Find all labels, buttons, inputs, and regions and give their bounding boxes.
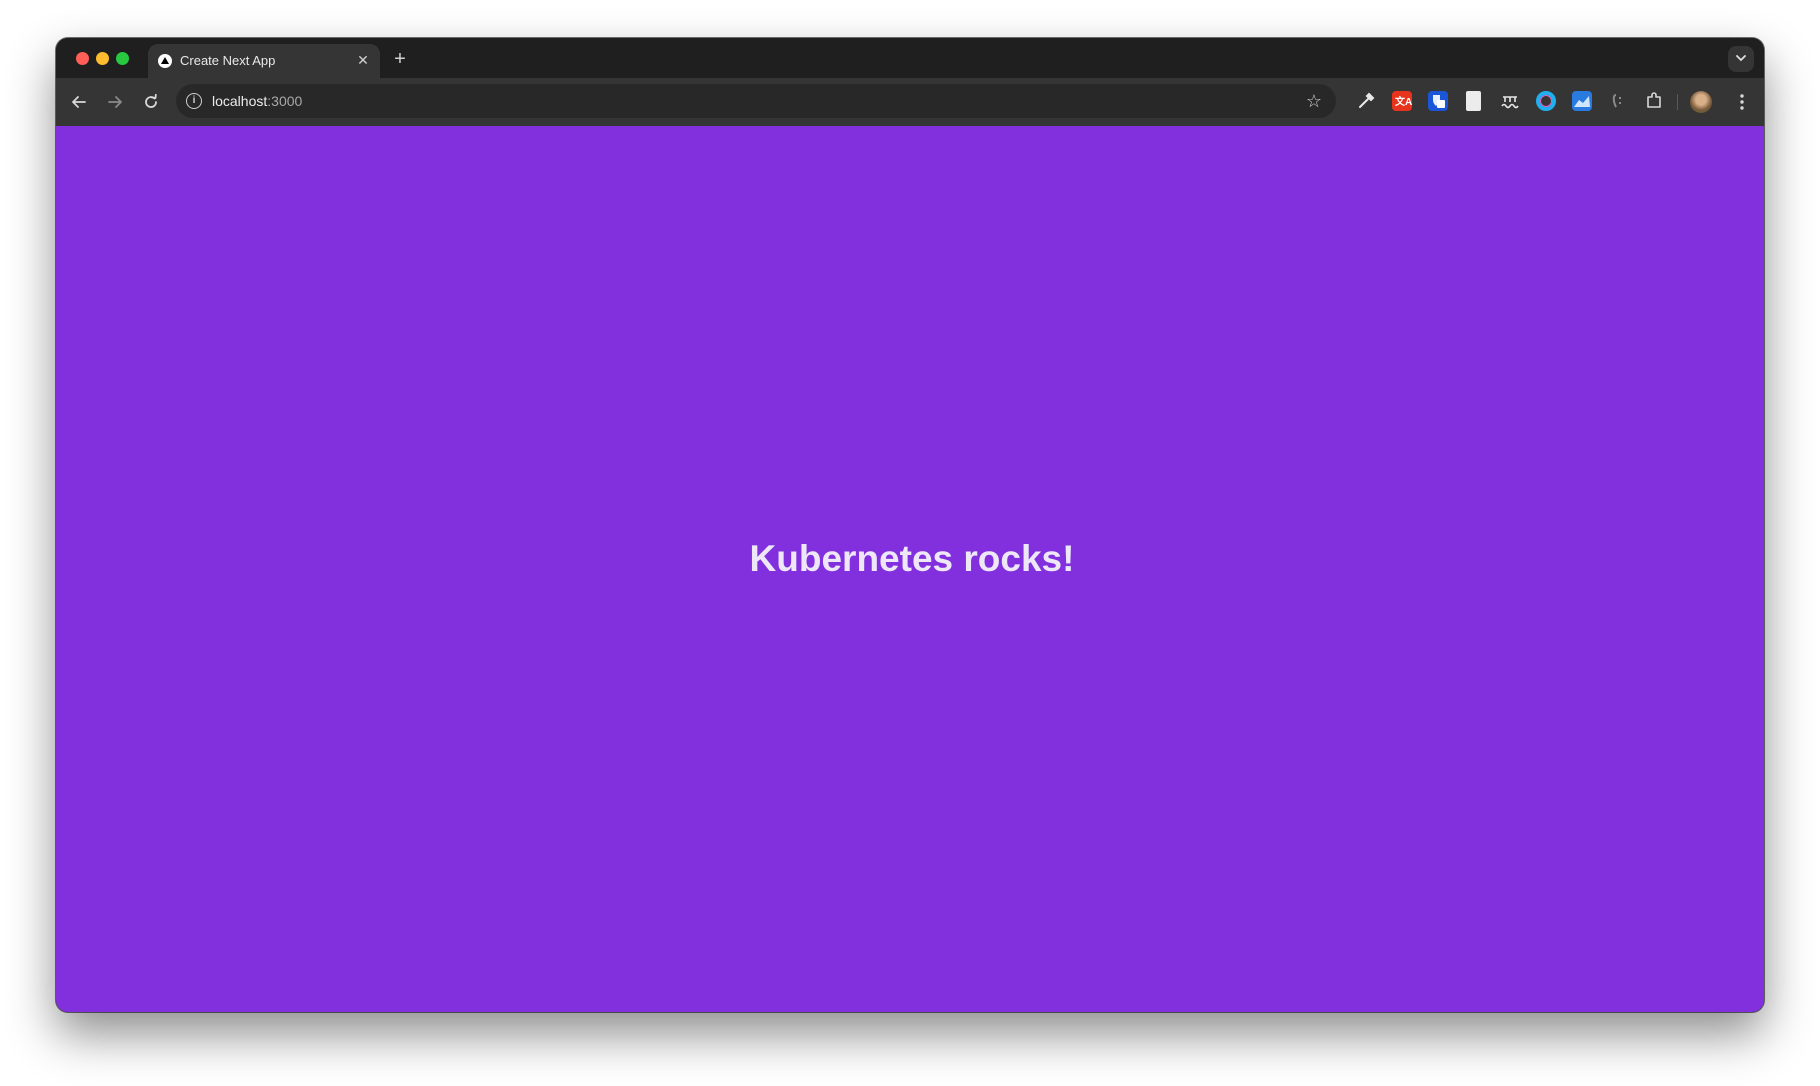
chart-icon[interactable] <box>1572 91 1592 111</box>
url-port: :3000 <box>267 93 303 109</box>
document-icon[interactable] <box>1466 91 1481 111</box>
bookmark-star-icon[interactable]: ☆ <box>1304 91 1324 111</box>
chevron-down-icon <box>1736 55 1746 62</box>
shield-icon[interactable] <box>1428 91 1448 111</box>
tab-search-button[interactable] <box>1728 46 1754 72</box>
window-minimize-button[interactable] <box>96 52 109 65</box>
toolbar-divider <box>1677 94 1678 110</box>
more-menu-icon[interactable] <box>1732 91 1752 113</box>
tab-strip: Create Next App ✕ + <box>56 38 1764 78</box>
url-text[interactable]: localhost:3000 <box>212 93 302 109</box>
browser-toolbar: i localhost:3000 ☆ 文A <box>56 78 1764 126</box>
site-info-icon[interactable]: i <box>186 93 202 109</box>
back-button[interactable] <box>67 90 91 114</box>
waves-icon[interactable] <box>1500 91 1520 111</box>
color-ring-icon[interactable] <box>1536 91 1556 111</box>
forward-button[interactable] <box>103 90 127 114</box>
page-viewport: Kubernetes rocks! <box>56 126 1764 1012</box>
tab-title: Create Next App <box>180 53 276 68</box>
puzzle-icon[interactable] <box>1644 91 1664 111</box>
tab-close-icon[interactable]: ✕ <box>354 51 372 69</box>
reload-icon <box>145 94 157 108</box>
arrow-right-icon <box>108 96 122 108</box>
window-close-button[interactable] <box>76 52 89 65</box>
eyedropper-icon[interactable] <box>1356 91 1376 111</box>
code-icon[interactable] <box>1608 91 1628 111</box>
profile-avatar[interactable] <box>1690 91 1712 113</box>
svg-text:文A: 文A <box>1395 95 1412 108</box>
reload-button[interactable] <box>139 90 163 114</box>
nextjs-triangle-icon <box>158 54 172 68</box>
tab-create-next-app[interactable]: Create Next App ✕ <box>148 44 380 78</box>
arrow-left-icon <box>72 96 86 108</box>
url-host: localhost <box>212 93 268 109</box>
browser-window: Create Next App ✕ + i localhost:3000 ☆ 文… <box>56 38 1764 1012</box>
address-bar[interactable]: i localhost:3000 ☆ <box>176 84 1336 118</box>
translate-icon[interactable]: 文A <box>1392 91 1412 111</box>
window-maximize-button[interactable] <box>116 52 129 65</box>
page-headline: Kubernetes rocks! <box>749 538 1075 579</box>
new-tab-button[interactable]: + <box>388 48 412 72</box>
